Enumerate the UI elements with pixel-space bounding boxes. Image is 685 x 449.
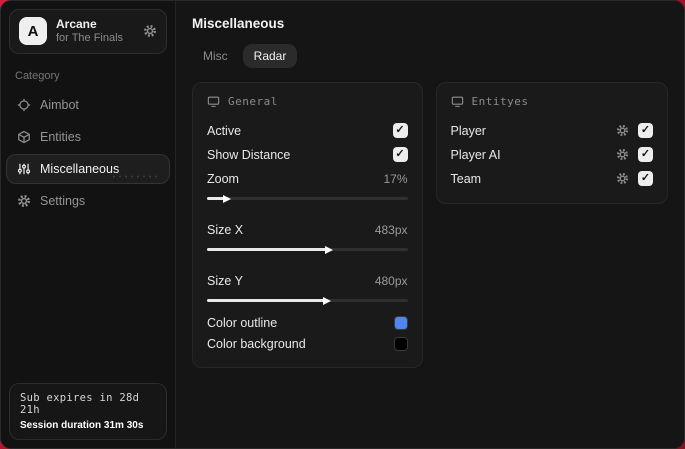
slider-label: Size X [207,222,244,237]
entity-label: Player [450,123,486,138]
sub-expiry-text: Sub expires in 28d 21h [20,392,140,416]
sidebar-item-aimbot[interactable]: Aimbot [6,90,170,120]
app-subtitle: for The Finals [56,32,124,44]
entity-row-team: Team [451,167,653,190]
entity-controls [616,147,653,162]
sidebar-item-entities[interactable]: Entities [6,122,170,152]
subscription-info-card: Sub expires in 28d 21h Session duration … [9,383,167,440]
tab-bar: Misc Radar [192,44,668,68]
sidebar-item-label: Aimbot [40,97,79,112]
toggle-label: Active [207,123,242,138]
color-outline-swatch[interactable] [393,316,408,330]
entity-row-player: Player [451,119,653,142]
general-panel-title: General [228,95,278,108]
slider-row-size-y: Size Y 480px [207,269,408,292]
panels-row: General Active Show Distance Zoom 17% [192,82,668,368]
slider-value: 483px [374,222,408,237]
color-label: Color background [207,337,306,351]
player-checkbox[interactable] [638,123,653,138]
gear-icon[interactable] [616,124,629,137]
app-title: Arcane [56,17,97,31]
page-title: Miscellaneous [192,16,285,31]
entity-controls [616,123,653,138]
color-row-outline: Color outline [207,313,408,333]
entity-row-player-ai: Player AI [451,143,653,166]
entity-controls [616,171,653,186]
slider-label: Zoom [207,171,239,186]
slider-thumb[interactable] [325,245,334,254]
sidebar-item-miscellaneous[interactable]: Miscellaneous [6,153,170,184]
category-label: Category [15,69,60,82]
app-window: A Arcane for The Finals Category Aimbot … [0,0,685,449]
slider-label: Size Y [207,273,243,288]
gear-icon[interactable] [143,24,157,38]
toggle-row-active: Active [207,119,408,142]
color-label: Color outline [207,316,278,330]
tab-radar[interactable]: Radar [242,44,298,68]
entity-label: Player AI [450,147,501,162]
slider-value: 17% [383,171,408,186]
size-x-slider[interactable] [207,245,408,254]
size-y-slider[interactable] [207,296,408,305]
general-panel: General Active Show Distance Zoom 17% [192,82,423,368]
entity-label: Team [450,171,482,186]
sidebar-item-label: Miscellaneous [40,161,120,176]
sliders-icon [17,162,31,176]
general-panel-header: General [207,95,408,108]
player-ai-checkbox[interactable] [638,147,653,162]
entities-panel-title: Entityes [471,95,529,108]
color-background-swatch[interactable] [393,337,408,351]
main-content: Miscellaneous Misc Radar General Active … [176,1,684,448]
dots-decoration [111,173,159,179]
zoom-slider[interactable] [207,194,408,203]
slider-fill [207,299,326,302]
slider-value: 480px [374,273,408,288]
desktop-background: A Arcane for The Finals Category Aimbot … [0,0,685,449]
app-logo: A [19,17,47,46]
tab-misc[interactable]: Misc [192,44,239,68]
slider-row-size-x: Size X 483px [207,218,408,241]
slider-fill [207,248,328,251]
toggle-row-show-distance: Show Distance [207,143,408,166]
slider-row-zoom: Zoom 17% [207,167,408,190]
gear-icon[interactable] [616,148,629,161]
sidebar-item-label: Entities [40,129,81,144]
slider-thumb[interactable] [323,296,332,305]
toggle-label: Show Distance [207,147,291,162]
app-header-card: A Arcane for The Finals [9,9,167,54]
crosshair-icon [17,98,31,112]
entities-panel: Entityes Player ✓ Player AI ✓ Team ✓ [435,82,668,204]
general-icon [207,95,220,108]
monitor-icon [451,95,464,108]
active-checkbox[interactable] [392,123,408,138]
sidebar-item-settings[interactable]: Settings [6,186,170,216]
gear-icon[interactable] [616,172,629,185]
session-duration-text: Session duration 31m 30s [20,420,144,431]
sidebar: A Arcane for The Finals Category Aimbot … [1,1,176,448]
color-row-background: Color background [207,334,408,354]
sidebar-item-label: Settings [40,193,86,208]
gear-icon [17,194,31,208]
app-text: Arcane for The Finals [56,17,134,46]
entities-panel-header: Entityes [451,95,653,108]
show-distance-checkbox[interactable] [392,147,408,162]
team-checkbox[interactable] [638,171,653,186]
slider-thumb[interactable] [223,194,232,203]
cube-icon [17,130,31,144]
